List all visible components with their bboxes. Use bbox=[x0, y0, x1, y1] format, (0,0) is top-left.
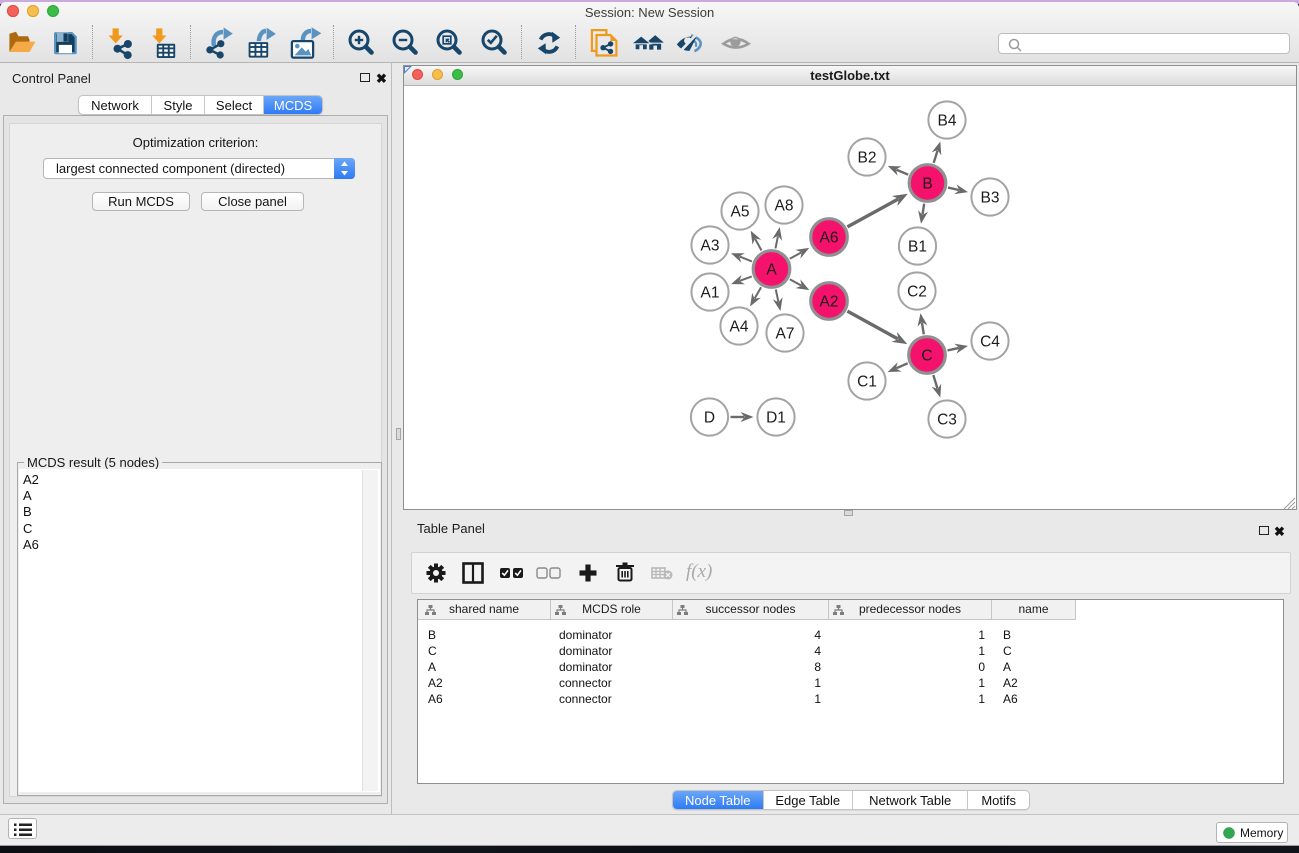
svg-text:C2: C2 bbox=[907, 284, 927, 301]
svg-text:A8: A8 bbox=[775, 198, 794, 215]
svg-text:C4: C4 bbox=[980, 334, 1000, 351]
svg-text:A2: A2 bbox=[820, 294, 839, 311]
svg-text:B: B bbox=[922, 176, 932, 193]
svg-text:C3: C3 bbox=[937, 412, 957, 429]
svg-text:B1: B1 bbox=[908, 239, 927, 256]
svg-text:B4: B4 bbox=[938, 113, 957, 130]
svg-text:A3: A3 bbox=[701, 238, 720, 255]
svg-text:B3: B3 bbox=[981, 190, 1000, 207]
svg-text:A4: A4 bbox=[730, 319, 749, 336]
svg-text:C: C bbox=[921, 348, 932, 365]
svg-text:A6: A6 bbox=[820, 230, 839, 247]
svg-text:B2: B2 bbox=[858, 150, 877, 167]
svg-text:A: A bbox=[766, 262, 777, 279]
svg-text:D1: D1 bbox=[766, 410, 786, 427]
svg-text:D: D bbox=[704, 410, 715, 427]
svg-text:A5: A5 bbox=[731, 204, 750, 221]
svg-text:A1: A1 bbox=[701, 285, 720, 302]
svg-text:C1: C1 bbox=[857, 374, 877, 391]
svg-text:A7: A7 bbox=[776, 326, 795, 343]
